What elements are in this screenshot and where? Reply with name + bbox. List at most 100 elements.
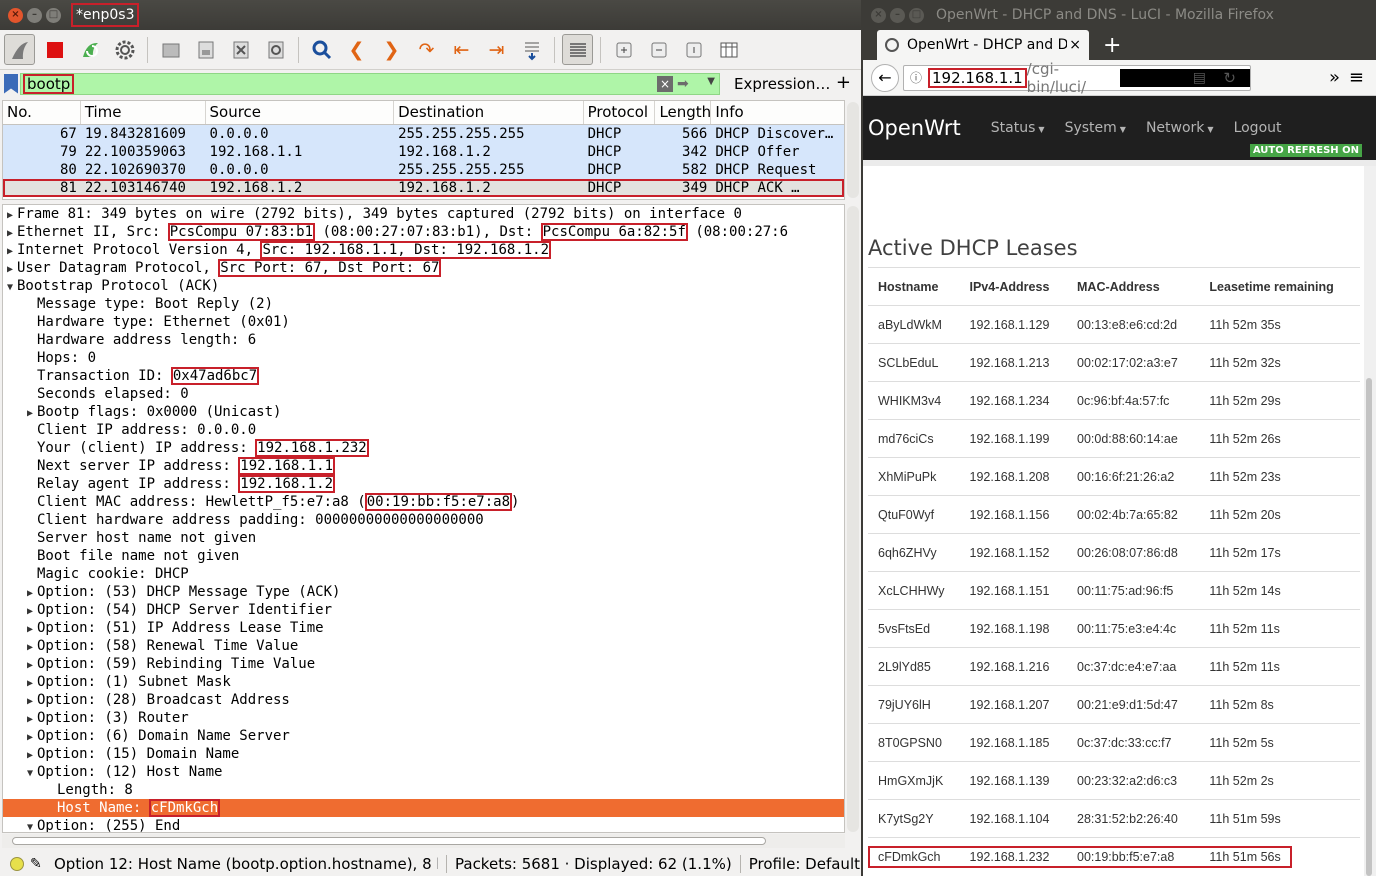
option-row[interactable]: ▶ Option: (59) Rebinding Time Value — [3, 655, 844, 673]
go-forward-arrow-icon[interactable]: ❯ — [376, 34, 407, 65]
tree-node-udp[interactable]: ▶ User Datagram Protocol, Src Port: 67, D… — [3, 259, 844, 277]
tree-node-ethernet[interactable]: ▶ Ethernet II, Src: PcsCompu_07:83:b1 (08… — [3, 223, 844, 241]
option-row[interactable]: ▶ Option: (28) Broadcast Address — [3, 691, 844, 709]
option-row[interactable]: ▶ Option: (53) DHCP Message Type (ACK) — [3, 583, 844, 601]
packet-row[interactable]: 67 19.843281609 0.0.0.0 255.255.255.255 … — [3, 125, 844, 143]
close-file-icon[interactable] — [225, 34, 256, 65]
normal-size-icon[interactable] — [678, 34, 709, 65]
option-row[interactable]: ▶ Option: (6) Domain Name Server — [3, 727, 844, 745]
column-header-length[interactable]: Length — [655, 101, 712, 124]
tree-node-bootp[interactable]: ▼ Bootstrap Protocol (ACK) — [3, 277, 844, 295]
details-scrollbar[interactable] — [847, 206, 859, 832]
zoom-out-icon[interactable] — [643, 34, 674, 65]
new-tab-plus-icon[interactable]: + — [1103, 33, 1121, 58]
tree-node-frame[interactable]: ▶ Frame 81: 349 bytes on wire (2792 bits)… — [3, 205, 844, 223]
field-hardware-type[interactable]: Hardware type: Ethernet (0x01) — [3, 313, 844, 331]
field-bootp-flags[interactable]: ▶ Bootp flags: 0x0000 (Unicast) — [3, 403, 844, 421]
field-chaddr[interactable]: Client MAC address: HewlettP_f5:e7:a8 (0… — [3, 493, 844, 511]
last-packet-icon[interactable]: ⇥ — [481, 34, 512, 65]
field-option-length[interactable]: Length: 8 — [3, 781, 844, 799]
reload-file-icon[interactable] — [260, 34, 291, 65]
option-host-name[interactable]: ▼ Option: (12) Host Name — [3, 763, 844, 781]
field-hw-length[interactable]: Hardware address length: 6 — [3, 331, 844, 349]
option-end[interactable]: ▼ Option: (255) End — [3, 817, 844, 832]
field-message-type[interactable]: Message type: Boot Reply (2) — [3, 295, 844, 313]
add-filter-button[interactable]: + — [836, 72, 851, 93]
nav-status[interactable]: Status ▼ — [991, 120, 1045, 136]
colorize-list-icon[interactable] — [562, 34, 593, 65]
scroll-thumb[interactable] — [1366, 378, 1372, 876]
column-header-protocol[interactable]: Protocol — [584, 101, 656, 124]
edit-comment-pencil-icon[interactable]: ✎ — [30, 856, 46, 872]
scroll-thumb[interactable] — [12, 837, 766, 845]
reader-view-icon[interactable]: ▤ — [1193, 70, 1206, 86]
option-row[interactable]: ▶ Option: (51) IP Address Lease Time — [3, 619, 844, 637]
maximize-window-button[interactable]: □ — [909, 7, 924, 23]
go-back-arrow-icon[interactable]: ❮ — [341, 34, 372, 65]
display-filter-input[interactable]: bootp × ➡ ▼ — [20, 72, 720, 95]
field-sname[interactable]: Server host name not given — [3, 529, 844, 547]
packet-list-scrollbar[interactable] — [847, 102, 859, 198]
column-header-destination[interactable]: Destination — [394, 101, 584, 124]
field-padding[interactable]: Client hardware address padding: 0000000… — [3, 511, 844, 529]
overflow-chevron-icon[interactable]: » — [1329, 67, 1340, 88]
apply-filter-arrow-icon[interactable]: ➡ — [677, 77, 697, 91]
stop-capture-icon[interactable] — [39, 34, 70, 65]
field-yiaddr[interactable]: Your (client) IP address: 192.168.1.232 — [3, 439, 844, 457]
expert-info-indicator-icon[interactable] — [10, 857, 24, 871]
filter-text[interactable]: bootp — [23, 73, 75, 94]
zoom-in-icon[interactable] — [608, 34, 639, 65]
nav-system[interactable]: System ▼ — [1065, 120, 1126, 136]
option-row[interactable]: ▶ Option: (58) Renewal Time Value — [3, 637, 844, 655]
column-header-info[interactable]: Info — [711, 101, 844, 124]
info-icon[interactable]: ⓘ — [910, 69, 922, 86]
field-seconds[interactable]: Seconds elapsed: 0 — [3, 385, 844, 403]
packet-row[interactable]: 79 22.100359063 192.168.1.1 192.168.1.2 … — [3, 143, 844, 161]
field-file[interactable]: Boot file name not given — [3, 547, 844, 565]
tree-node-ip[interactable]: ▶ Internet Protocol Version 4, Src: 192.1… — [3, 241, 844, 259]
maximize-window-button[interactable]: □ — [46, 7, 61, 23]
hamburger-menu-icon[interactable]: ≡ — [1349, 67, 1364, 88]
option-row[interactable]: ▶ Option: (54) DHCP Server Identifier — [3, 601, 844, 619]
reload-icon[interactable]: ↻ — [1223, 69, 1236, 87]
shark-fin-start-icon[interactable] — [4, 34, 35, 65]
field-siaddr[interactable]: Next server IP address: 192.168.1.1 — [3, 457, 844, 475]
option-row[interactable]: ▶ Option: (1) Subnet Mask — [3, 673, 844, 691]
go-to-packet-icon[interactable]: ↷ — [411, 34, 442, 65]
resize-columns-icon[interactable] — [713, 34, 744, 65]
browser-tab-active[interactable]: OpenWrt - DHCP and D × — [877, 30, 1089, 60]
filter-history-dropdown-icon[interactable]: ▼ — [707, 76, 715, 87]
first-packet-icon[interactable]: ⇤ — [446, 34, 477, 65]
find-packet-search-icon[interactable] — [306, 34, 337, 65]
clear-filter-icon[interactable]: × — [657, 75, 673, 92]
status-profile[interactable]: Profile: Default — [749, 855, 860, 873]
openwrt-brand[interactable]: OpenWrt — [868, 116, 961, 140]
url-bar[interactable]: ⓘ 192.168.1.1 /cgi-bin/luci/ ▤ ↻ — [903, 60, 1251, 96]
open-file-icon[interactable] — [155, 34, 186, 65]
field-magic-cookie[interactable]: Magic cookie: DHCP — [3, 565, 844, 583]
option-row[interactable]: ▶ Option: (15) Domain Name — [3, 745, 844, 763]
minimize-window-button[interactable]: – — [890, 7, 905, 23]
back-arrow-icon[interactable]: ← — [871, 63, 899, 92]
column-header-source[interactable]: Source — [206, 101, 395, 124]
field-hops[interactable]: Hops: 0 — [3, 349, 844, 367]
packet-row-selected[interactable]: 81 22.103146740 192.168.1.2 192.168.1.2 … — [3, 179, 844, 197]
capture-options-gear-icon[interactable] — [109, 34, 140, 65]
close-window-button[interactable]: × — [871, 7, 886, 23]
autoscroll-icon[interactable] — [516, 34, 547, 65]
expression-button[interactable]: Expression… — [734, 75, 830, 93]
nav-network[interactable]: Network ▼ — [1146, 120, 1214, 136]
save-file-icon[interactable] — [190, 34, 221, 65]
collapse-arrow-icon[interactable]: ▼ — [23, 819, 37, 832]
details-horizontal-scrollbar[interactable] — [2, 834, 845, 848]
bookmark-icon[interactable] — [4, 73, 18, 94]
nav-logout[interactable]: Logout — [1234, 120, 1282, 136]
close-window-button[interactable]: × — [8, 7, 23, 23]
column-header-no[interactable]: No. — [3, 101, 81, 124]
field-giaddr[interactable]: Relay agent IP address: 192.168.1.2 — [3, 475, 844, 493]
field-ciaddr[interactable]: Client IP address: 0.0.0.0 — [3, 421, 844, 439]
page-scrollbar[interactable] — [1364, 166, 1376, 876]
column-header-time[interactable]: Time — [81, 101, 206, 124]
minimize-window-button[interactable]: – — [27, 7, 42, 23]
field-transaction-id[interactable]: Transaction ID: 0x47ad6bc7 — [3, 367, 844, 385]
